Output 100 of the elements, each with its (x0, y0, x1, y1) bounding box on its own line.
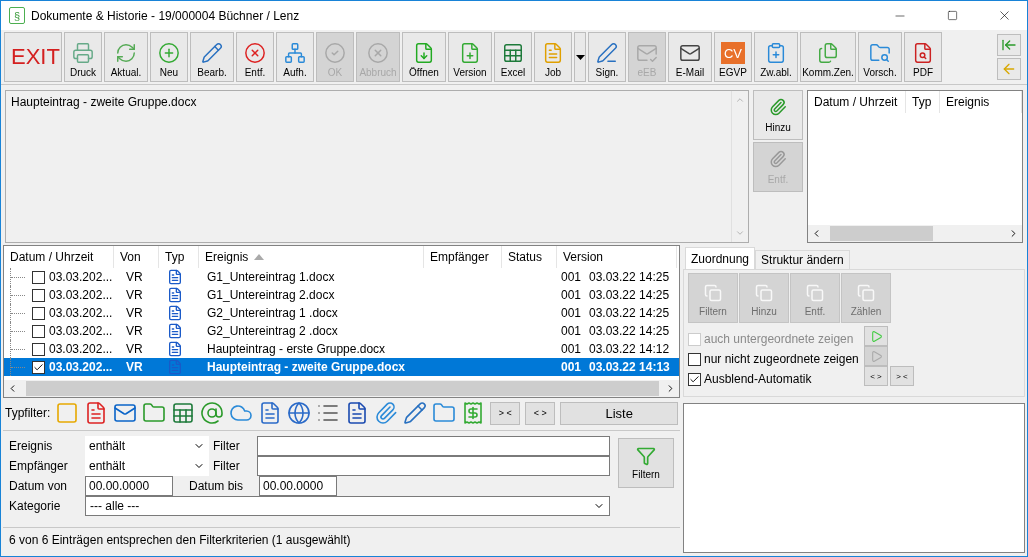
filter-button[interactable]: Filtern (618, 438, 674, 488)
table-cell-text: Haupteintrag - zweite Gruppe.docx (207, 360, 407, 374)
filter-input[interactable] (257, 456, 610, 476)
plus-icon (158, 42, 180, 64)
toolbar-button[interactable]: Aufh. (276, 32, 314, 82)
clipboard-plus-icon (765, 42, 787, 64)
toolbar-button[interactable]: Zw.abl. (754, 32, 798, 82)
folder-icon (142, 401, 167, 425)
caret-icon (575, 54, 585, 60)
toolbar-button[interactable]: Job (534, 32, 572, 82)
column-header[interactable]: Ereignis (940, 91, 1022, 113)
column-header[interactable]: Typ (159, 246, 199, 268)
table-row[interactable]: 03.03.202... VR G2_Untereintrag 2 .docx 001 03.03.22 14:25 (4, 322, 679, 340)
option-checkbox[interactable]: Ausblend-Automatik (688, 370, 858, 388)
toolbar-button[interactable]: Sign. (588, 32, 626, 82)
toolbar-button[interactable]: Version (448, 32, 492, 82)
tab[interactable]: Zuordnung (685, 247, 756, 269)
list-button[interactable]: Liste (560, 401, 678, 425)
checkbox[interactable] (32, 324, 45, 338)
checkbox[interactable] (688, 352, 701, 366)
table-row[interactable]: 03.03.202... VR G1_Untereintrag 1.docx 001 03.03.22 14:25 (4, 268, 679, 286)
dropdown-button[interactable] (574, 32, 586, 82)
play-icon (869, 349, 883, 363)
toggle-button[interactable]: > < (890, 366, 914, 386)
toggle-button[interactable]: > < (490, 401, 521, 425)
table-row[interactable]: 03.03.202... VR Haupteintrag - zweite Gruppe.docx 001 03.03.22 14:13 (4, 358, 679, 376)
column-header[interactable]: Datum / Uhrzeit (808, 91, 906, 113)
mail-check-icon (636, 42, 658, 64)
option-checkbox[interactable]: nur nicht zugeordnete zeigen (688, 350, 858, 368)
toolbar-button[interactable]: Aktual. (104, 32, 148, 82)
toolbar-button[interactable]: PDF (904, 32, 942, 82)
horizontal-scrollbar[interactable] (808, 225, 1022, 242)
side-button[interactable]: Hinzu (753, 90, 803, 140)
signature-icon (596, 42, 618, 64)
column-header[interactable]: Ereignis (199, 246, 424, 268)
toolbar-button[interactable]: Öffnen (402, 32, 446, 82)
toolbar-button[interactable]: Excel (494, 32, 532, 82)
operator-select[interactable]: enthält (85, 436, 209, 456)
field-label: Filter (212, 439, 241, 453)
toggle-button[interactable]: < > (864, 366, 888, 386)
table-cell-text: 03.03.22 14:25 (589, 324, 671, 338)
tab[interactable]: Struktur ändern (755, 250, 850, 269)
column-header[interactable]: Typ (906, 91, 940, 113)
field-label: Ereignis (9, 439, 54, 453)
column-header[interactable]: Status (502, 246, 557, 268)
checkbox[interactable] (688, 372, 701, 386)
horizontal-scrollbar[interactable] (4, 380, 679, 397)
table-cell-text: 001 (560, 324, 583, 338)
column-header[interactable]: Von (114, 246, 159, 268)
table-cell-text: 001 (560, 270, 583, 284)
table-row[interactable]: 03.03.202... VR G1_Untereintrag 2.docx 001 03.03.22 14:25 (4, 286, 679, 304)
category-select[interactable]: --- alle --- (85, 496, 610, 516)
column-header[interactable]: Datum / Uhrzeit (4, 246, 114, 268)
toggle-button[interactable]: < > (525, 401, 556, 425)
operator-select[interactable]: enthält (85, 456, 209, 476)
toolbar-button[interactable]: Neu (150, 32, 188, 82)
date-input[interactable]: 00.00.0000 (259, 476, 337, 496)
play-icon (869, 329, 883, 343)
table-cell-text: G2_Untereintrag 1 .docx (207, 306, 339, 320)
filter-input[interactable] (257, 436, 610, 456)
check-icon (324, 42, 346, 64)
column-header[interactable]: Empfänger (424, 246, 502, 268)
toolbar-button[interactable]: Vorsch. (858, 32, 902, 82)
refresh-icon (115, 42, 137, 64)
field-label: Datum von (9, 479, 69, 493)
table-cell-text: 03.03.22 14:25 (589, 270, 671, 284)
spreadsheet-icon (502, 42, 524, 64)
table-row[interactable]: 03.03.202... VR G2_Untereintrag 1 .docx 001 03.03.22 14:25 (4, 304, 679, 322)
date-input[interactable]: 00.00.0000 (85, 476, 173, 496)
status-text: 6 von 6 Einträgen entsprechen den Filterkriterien (1 ausgewählt) (8, 532, 352, 549)
type-filter-label: Typfilter: (5, 406, 51, 420)
option-label: Ausblend-Automatik (704, 372, 812, 386)
checkbox[interactable] (32, 288, 45, 302)
filter-icon (636, 446, 656, 466)
table-cell-text: 001 (560, 288, 583, 302)
table-cell-text: VR (125, 306, 144, 320)
checkbox[interactable] (32, 306, 45, 320)
checkbox[interactable] (32, 360, 45, 374)
checkbox[interactable] (32, 342, 45, 356)
note-area[interactable]: Haupteintrag - zweite Gruppe.docx (5, 90, 749, 243)
table-cell-text: 03.03.202... (48, 270, 114, 284)
toolbar-button[interactable]: CV EGVP (714, 32, 752, 82)
checkbox[interactable] (32, 270, 45, 284)
toolbar-button[interactable]: Komm.Zen. (800, 32, 856, 82)
toolbar-button[interactable]: E-Mail (668, 32, 712, 82)
table-cell-text: 03.03.202... (48, 342, 114, 356)
toolbar-button[interactable]: Bearb. (190, 32, 234, 82)
delete-icon (244, 42, 266, 64)
spreadsheet-icon (171, 401, 196, 425)
pdf-search-icon (912, 42, 934, 64)
column-header[interactable]: Version (557, 246, 677, 268)
table-cell-text: G2_Untereintrag 2 .docx (207, 324, 339, 338)
toolbar-button[interactable]: Druck (64, 32, 102, 82)
table-cell-text: 001 (560, 342, 583, 356)
exit-button[interactable]: EXIT (4, 32, 62, 82)
toolbar-button[interactable]: Entf. (236, 32, 274, 82)
field-label: Datum bis (188, 479, 244, 493)
table-cell-text: 001 (560, 306, 583, 320)
maximize-icon[interactable] (946, 10, 958, 21)
table-cell-text: VR (125, 288, 144, 302)
